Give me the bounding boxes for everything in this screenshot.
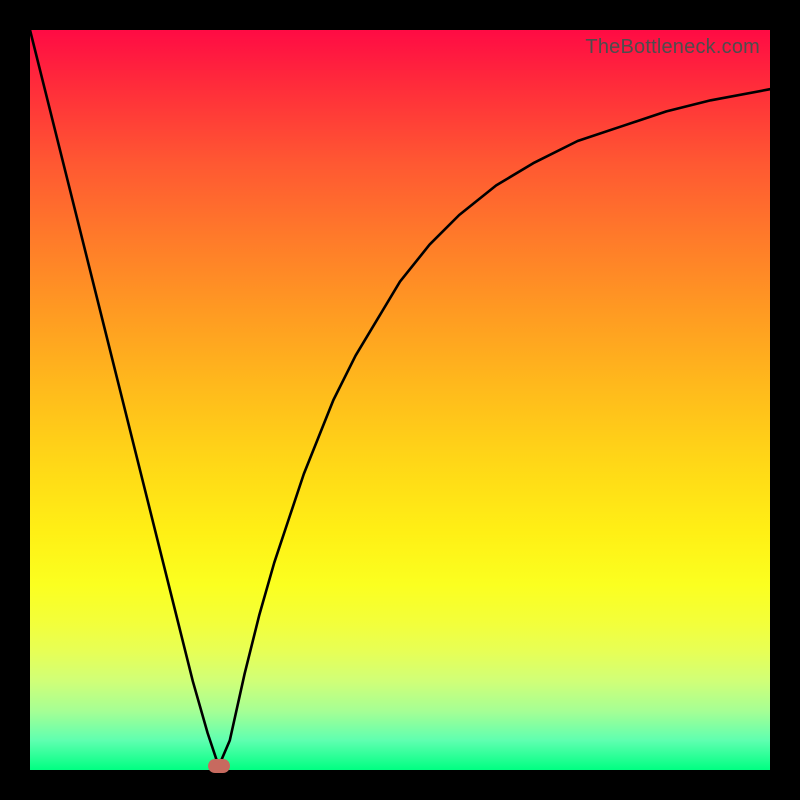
min-point-marker (208, 759, 230, 773)
curve-svg (30, 30, 770, 770)
chart-frame: TheBottleneck.com (0, 0, 800, 800)
bottleneck-curve-path (30, 30, 770, 766)
plot-area: TheBottleneck.com (30, 30, 770, 770)
